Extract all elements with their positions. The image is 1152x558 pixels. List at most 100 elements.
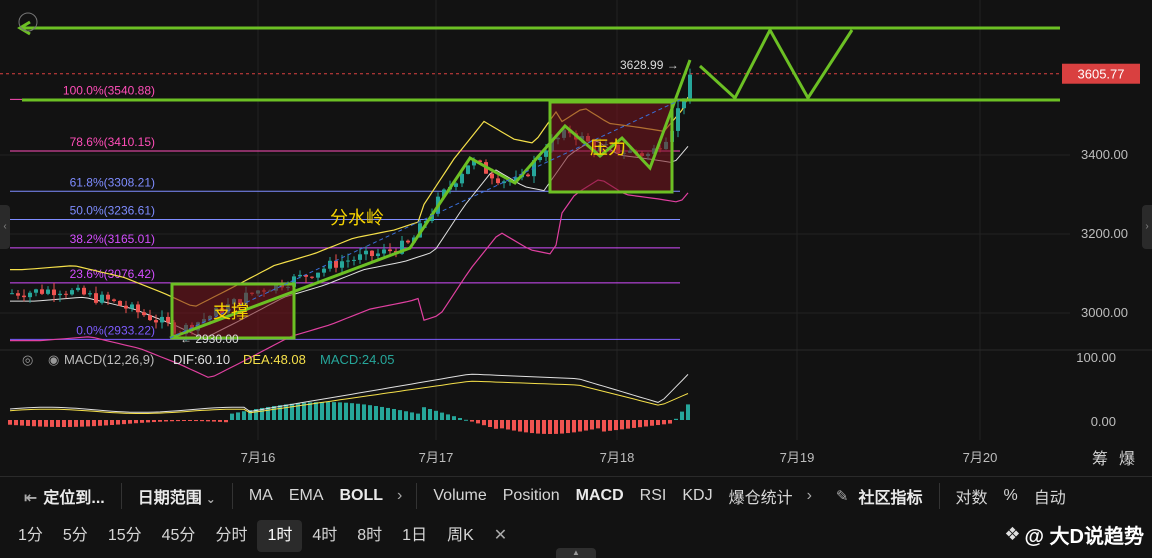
candle-body	[28, 292, 32, 298]
candle-body	[82, 287, 86, 295]
candle-body	[298, 274, 302, 277]
macd-histogram-bar	[662, 420, 666, 425]
macd-histogram-bar	[8, 420, 12, 425]
candle-body	[34, 289, 38, 293]
pressure-annotation: 压力	[590, 138, 626, 158]
timeframe-5m[interactable]: 5分	[53, 520, 98, 552]
macd-histogram-bar	[680, 411, 684, 420]
macd-histogram-bar	[230, 413, 234, 420]
x-tick-label: 7月17	[419, 450, 454, 465]
macd-histogram-bar	[26, 420, 30, 426]
candle-body	[52, 289, 56, 296]
macd-histogram-bar	[548, 420, 552, 434]
candle-body	[64, 293, 68, 295]
candle-body	[490, 173, 494, 179]
kdj-button[interactable]: KDJ	[674, 487, 720, 505]
macd-histogram-bar	[218, 420, 222, 422]
macd-histogram-bar	[566, 420, 570, 434]
macd-histogram-bar	[158, 420, 162, 422]
left-collapse-handle[interactable]: ‹	[0, 205, 10, 249]
macd-histogram-bar	[314, 402, 318, 420]
candle-body	[10, 293, 14, 295]
community-indicators-button[interactable]: 社区指标	[851, 484, 931, 508]
price-low-label: ← 2930.00	[180, 332, 239, 346]
log-scale-button[interactable]: 对数	[948, 484, 996, 508]
macd-histogram-bar	[200, 420, 204, 422]
macd-histogram-bar	[104, 420, 108, 426]
macd-histogram-bar	[536, 420, 540, 434]
panel-resize-handle[interactable]: ▲	[556, 548, 596, 558]
macd-histogram-bar	[626, 420, 630, 429]
timeframe-1h[interactable]: 1时	[257, 520, 303, 552]
candle-body	[106, 294, 110, 300]
candle-body	[346, 260, 350, 262]
auto-scale-button[interactable]: 自动	[1026, 484, 1074, 508]
timeframe-8h[interactable]: 8时	[347, 520, 392, 552]
macd-collapse-icon: ◎	[22, 352, 33, 367]
macd-histogram-bar	[494, 420, 498, 429]
macd-histogram-bar	[404, 411, 408, 420]
candle-body	[154, 320, 158, 323]
fib-level-label: 38.2%(3165.01)	[70, 232, 155, 246]
macd-histogram-bar	[284, 404, 288, 420]
macd-button[interactable]: MACD	[568, 487, 632, 505]
macd-histogram-bar	[188, 420, 192, 422]
macd-histogram-bar	[362, 404, 366, 420]
date-range-button[interactable]: 日期范围 ⌄	[130, 484, 224, 508]
macd-histogram-bar	[224, 420, 228, 423]
x-tick-label: 7月18	[600, 450, 635, 465]
macd-histogram-bar	[194, 420, 198, 422]
fib-level-label: 50.0%(3236.61)	[70, 204, 155, 218]
macd-histogram-bar	[674, 418, 678, 420]
timeframe-4h[interactable]: 4时	[302, 520, 347, 552]
macd-histogram-bar	[32, 420, 36, 427]
candle-body	[70, 290, 74, 295]
candle-body	[22, 295, 26, 298]
macd-histogram-bar	[476, 420, 480, 424]
price-high-label: 3628.99 →	[620, 58, 679, 72]
timeframe-timeshare[interactable]: 分时	[205, 520, 257, 552]
boll-button[interactable]: BOLL	[332, 487, 392, 505]
macd-histogram-bar	[50, 420, 54, 427]
close-icon[interactable]: ✕	[484, 520, 517, 552]
macd-histogram-bar	[278, 405, 282, 420]
macd-histogram-bar	[398, 410, 402, 420]
volume-button[interactable]: Volume	[425, 487, 494, 505]
locate-button[interactable]: ⇤ 定位到...	[0, 484, 113, 508]
ema-button[interactable]: EMA	[281, 487, 332, 505]
macd-histogram-bar	[332, 402, 336, 420]
binance-logo-icon: ❖	[1004, 523, 1021, 544]
macd-histogram-bar	[578, 420, 582, 432]
candle-body	[166, 316, 170, 323]
macd-histogram-bar	[572, 420, 576, 433]
timeframe-1d[interactable]: 1日	[392, 520, 437, 552]
macd-histogram-bar	[44, 420, 48, 427]
timeframe-week[interactable]: 周K	[437, 520, 484, 552]
right-collapse-handle[interactable]: ›	[1142, 205, 1152, 249]
macd-dea-value: DEA:48.08	[243, 352, 306, 367]
macd-histogram-bar	[422, 407, 426, 420]
percent-scale-button[interactable]: %	[996, 487, 1026, 505]
timeframe-15m[interactable]: 15分	[98, 520, 152, 552]
ma-button[interactable]: MA	[241, 487, 281, 505]
divider	[231, 483, 233, 509]
candle-body	[688, 74, 692, 99]
timeframe-1m[interactable]: 1分	[8, 520, 53, 552]
macd-histogram-bar	[458, 418, 462, 420]
chevron-right-icon[interactable]: ›	[801, 487, 818, 505]
macd-histogram-bar	[242, 411, 246, 420]
macd-histogram-bar	[350, 403, 354, 420]
candle-body	[322, 268, 326, 273]
position-button[interactable]: Position	[495, 487, 568, 505]
rsi-button[interactable]: RSI	[632, 487, 675, 505]
candle-body	[382, 249, 386, 254]
macd-histogram-bar	[62, 420, 66, 427]
chevron-right-icon[interactable]: ›	[391, 487, 408, 505]
macd-histogram-bar	[38, 420, 42, 427]
timeframe-45m[interactable]: 45分	[152, 520, 206, 552]
edit-icon[interactable]: ✎	[818, 487, 851, 505]
candle-body	[316, 272, 320, 278]
candle-body	[328, 260, 332, 269]
candle-body	[40, 289, 44, 294]
liquidation-stats-button[interactable]: 爆仓统计	[721, 484, 801, 508]
